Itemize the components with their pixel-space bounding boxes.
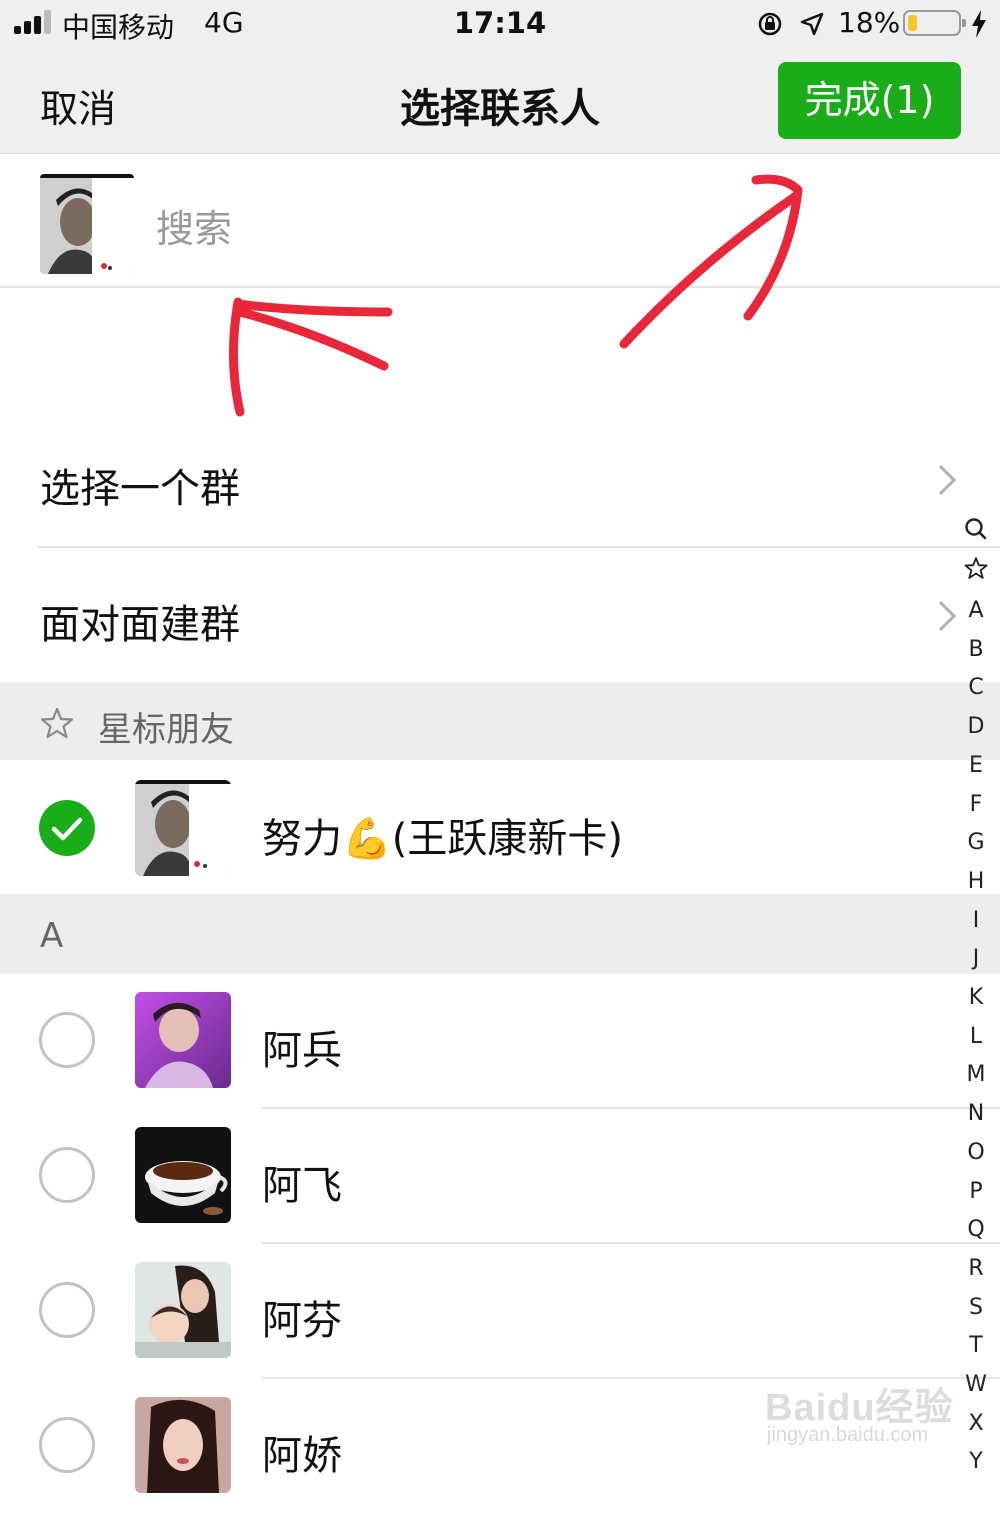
- contact-row[interactable]: 努力💪(王跃康新卡): [0, 760, 1000, 894]
- battery-percentage: 18%: [838, 6, 901, 39]
- section-a-label: A: [40, 916, 64, 956]
- contact-row[interactable]: 阿芬: [0, 1244, 1000, 1378]
- index-letter-a[interactable]: A: [956, 598, 996, 623]
- status-bar: 中国移动 4G 17:14 18%: [0, 0, 1000, 52]
- select-group-label: 选择一个群: [40, 466, 240, 512]
- index-letter-e[interactable]: E: [956, 753, 996, 778]
- index-letter-m[interactable]: M: [956, 1062, 996, 1087]
- selected-contact-avatar[interactable]: [40, 174, 134, 274]
- index-letter-t[interactable]: T: [956, 1333, 996, 1358]
- watermark-url: jingyan.baidu.com: [767, 1424, 929, 1446]
- search-input[interactable]: 搜索: [156, 198, 232, 253]
- unselected-checkbox[interactable]: [39, 1417, 95, 1473]
- face-to-face-group-label: 面对面建群: [40, 602, 240, 648]
- chevron-right-icon: [938, 464, 957, 496]
- search-divider: [0, 286, 1000, 288]
- location-arrow-icon: [800, 12, 824, 36]
- selected-checkbox[interactable]: [39, 800, 95, 856]
- done-button[interactable]: 完成(1): [778, 62, 961, 139]
- contact-avatar: [135, 1397, 231, 1493]
- section-a-header: A: [0, 894, 1000, 974]
- index-letter-s[interactable]: S: [956, 1295, 996, 1320]
- index-letter-h[interactable]: H: [956, 869, 996, 894]
- index-letter-r[interactable]: R: [956, 1256, 996, 1281]
- index-letter-n[interactable]: N: [956, 1101, 996, 1126]
- contact-name: 阿娇: [262, 1433, 342, 1479]
- index-letter-i[interactable]: I: [956, 908, 996, 933]
- contact-name: 努力💪(王跃康新卡): [262, 816, 624, 862]
- index-letter-j[interactable]: J: [956, 946, 996, 971]
- index-letter-d[interactable]: D: [956, 714, 996, 739]
- index-star-icon[interactable]: [956, 556, 996, 580]
- charging-bolt-icon: [972, 10, 986, 38]
- battery-icon: [903, 10, 966, 36]
- navigation-bar: 取消 选择联系人 完成(1): [0, 52, 1000, 153]
- index-search-icon[interactable]: [956, 516, 996, 542]
- index-letter-b[interactable]: B: [956, 637, 996, 662]
- starred-section-label: 星标朋友: [98, 710, 234, 750]
- unselected-checkbox[interactable]: [39, 1282, 95, 1338]
- checkmark-icon: [51, 817, 83, 841]
- contact-name: 阿芬: [262, 1298, 342, 1344]
- search-bar[interactable]: 搜索: [0, 154, 1000, 286]
- rotation-lock-icon: [758, 12, 782, 36]
- contact-avatar: [135, 1127, 231, 1223]
- contact-avatar: [135, 1262, 231, 1358]
- unselected-checkbox[interactable]: [39, 1147, 95, 1203]
- starred-section-header: 星标朋友: [0, 682, 1000, 760]
- index-letter-o[interactable]: O: [956, 1140, 996, 1165]
- star-icon: [40, 707, 74, 739]
- index-letter-f[interactable]: F: [956, 792, 996, 817]
- index-letter-g[interactable]: G: [956, 830, 996, 855]
- contact-avatar: [135, 992, 231, 1088]
- face-to-face-group-row[interactable]: 面对面建群: [0, 548, 1000, 682]
- unselected-checkbox[interactable]: [39, 1012, 95, 1068]
- index-letter-l[interactable]: L: [956, 1024, 996, 1049]
- index-letter-p[interactable]: P: [956, 1179, 996, 1204]
- watermark-brand: Baidu经验: [765, 1387, 954, 1429]
- contact-avatar: [135, 780, 231, 876]
- contact-row[interactable]: 阿飞: [0, 1109, 1000, 1243]
- index-letter-k[interactable]: K: [956, 985, 996, 1010]
- contact-name: 阿飞: [262, 1163, 342, 1209]
- index-letter-q[interactable]: Q: [956, 1217, 996, 1242]
- contact-name: 阿兵: [262, 1028, 342, 1074]
- baidu-watermark: Baidu经验 jingyan.baidu.com: [765, 1368, 965, 1458]
- contact-row[interactable]: 阿兵: [0, 974, 1000, 1108]
- index-letter-c[interactable]: C: [956, 675, 996, 700]
- select-group-row[interactable]: 选择一个群: [0, 412, 1000, 546]
